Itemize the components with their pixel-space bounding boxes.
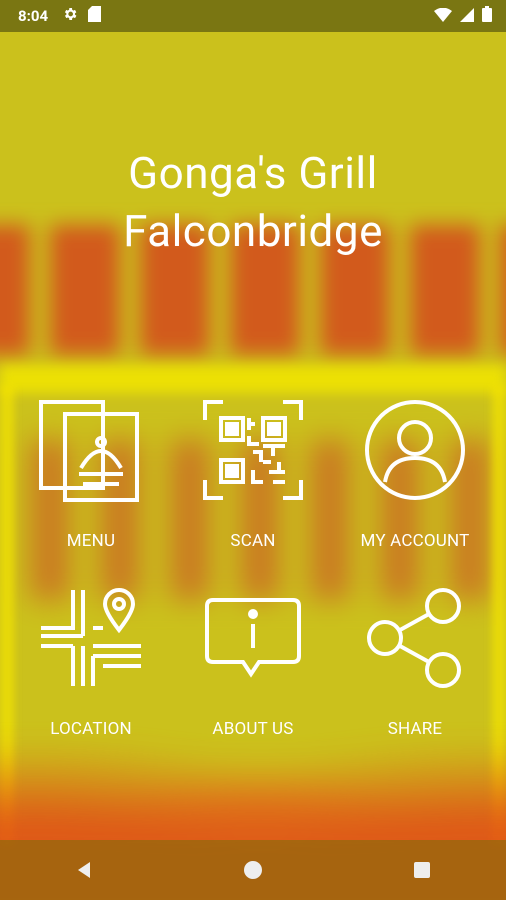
share-tile[interactable]: SHARE (331, 583, 499, 739)
info-chat-icon (198, 583, 308, 693)
location-map-icon (36, 583, 146, 693)
qr-code-icon (198, 395, 308, 505)
about-us-tile[interactable]: ABOUT US (169, 583, 337, 739)
menu-label: MENU (66, 531, 116, 551)
status-time: 8:04 (18, 7, 49, 25)
battery-icon (482, 6, 492, 26)
menu-tile[interactable]: MENU (7, 395, 175, 551)
back-button[interactable] (54, 840, 114, 900)
page-title: Gonga's Grill Falconbridge (0, 144, 506, 260)
account-icon (360, 395, 470, 505)
home-button[interactable] (223, 840, 283, 900)
restaurant-name: Gonga's Grill (128, 147, 378, 199)
wifi-icon (434, 7, 452, 26)
cell-signal-icon (460, 7, 474, 26)
share-icon (360, 583, 470, 693)
status-bar: 8:04 (0, 0, 506, 32)
about-us-label: ABOUT US (212, 719, 294, 739)
share-label: SHARE (387, 719, 443, 739)
my-account-label: MY ACCOUNT (360, 531, 470, 551)
my-account-tile[interactable]: MY ACCOUNT (331, 395, 499, 551)
menu-icon (36, 395, 146, 505)
home-circle-icon (243, 861, 262, 879)
recents-button[interactable] (392, 840, 452, 900)
sd-card-icon (88, 6, 102, 26)
back-triangle-icon (78, 862, 91, 878)
restaurant-location: Falconbridge (123, 205, 383, 257)
location-tile[interactable]: LOCATION (7, 583, 175, 739)
navigation-bar (0, 840, 506, 900)
location-label: LOCATION (50, 719, 132, 739)
settings-gear-icon (62, 6, 78, 26)
scan-label: SCAN (230, 531, 276, 551)
scan-tile[interactable]: SCAN (169, 395, 337, 551)
recents-square-icon (413, 862, 430, 878)
